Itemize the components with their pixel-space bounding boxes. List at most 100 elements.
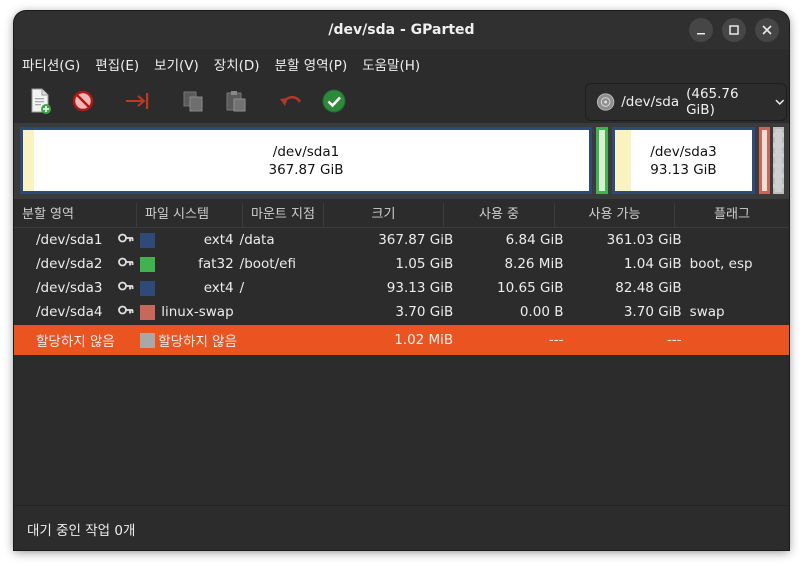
device-selector[interactable]: /dev/sda (465.76 GiB) [585, 83, 787, 121]
minimize-icon [697, 33, 705, 35]
cell-unused: 3.70 GiB [623, 304, 682, 320]
new-partition-icon [31, 88, 51, 114]
menu-partition-ops[interactable]: 분할 영역(P) [275, 54, 348, 74]
cell-used: 8.26 MiB [504, 256, 564, 272]
delete-icon [72, 90, 94, 112]
table-row-unallocated[interactable]: 할당하지 않음 할당하지 않음 1.02 MiB --- --- [14, 325, 789, 355]
cell-flags: swap [689, 304, 725, 320]
key-icon [118, 257, 134, 267]
apply-icon [322, 89, 346, 113]
cell-size: 93.13 GiB [386, 280, 454, 296]
menu-partition[interactable]: 파티션(G) [22, 54, 80, 74]
table-header: 분할 영역 파일 시스템 마운트 지점 크기 사용 중 사용 가능 플래그 [14, 203, 789, 228]
cell-used: --- [548, 332, 564, 348]
partition-block-unallocated[interactable] [773, 127, 784, 194]
copy-button[interactable] [177, 85, 209, 117]
copy-icon [183, 91, 203, 112]
status-text: 대기 중인 작업 0개 [27, 522, 136, 539]
key-icon [118, 305, 134, 315]
device-name: /dev/sda [621, 94, 680, 110]
header-unused[interactable]: 사용 가능 [555, 203, 675, 227]
cell-partition: /dev/sda1 [36, 232, 103, 248]
chevron-down-icon [775, 99, 785, 105]
partition-block-size: 93.13 GiB [650, 162, 717, 178]
table-row[interactable]: /dev/sda2 fat32 /boot/efi 1.05 GiB 8.26 … [14, 252, 789, 276]
key-icon [118, 281, 134, 291]
cell-unused: --- [667, 332, 682, 348]
cell-used: 0.00 B [519, 304, 564, 320]
title-bar[interactable]: /dev/sda - GParted [14, 11, 789, 49]
device-size: (465.76 GiB) [686, 86, 739, 118]
paste-icon [226, 91, 246, 112]
cell-filesystem: ext4 [203, 232, 234, 248]
close-button[interactable] [755, 18, 779, 42]
maximize-icon [729, 25, 739, 35]
cell-flags: boot, esp [689, 256, 753, 272]
delete-button[interactable] [67, 85, 99, 117]
menu-edit[interactable]: 편집(E) [95, 54, 139, 74]
key-icon [118, 233, 134, 243]
table-row[interactable]: /dev/sda3 ext4 / 93.13 GiB 10.65 GiB 82.… [14, 276, 789, 300]
header-partition[interactable]: 분할 영역 [14, 203, 137, 227]
partition-block-sda1[interactable]: /dev/sda1 367.87 GiB [20, 127, 592, 194]
hard-disk-icon [596, 93, 615, 111]
cell-mount: /boot/efi [239, 256, 296, 272]
paste-button[interactable] [220, 85, 252, 117]
partition-map: /dev/sda1 367.87 GiB /dev/sda3 93.13 GiB [14, 123, 789, 199]
cell-size: 367.87 GiB [378, 232, 454, 248]
minimize-button[interactable] [689, 18, 713, 42]
cell-partition: /dev/sda3 [36, 280, 103, 296]
maximize-button[interactable] [722, 18, 746, 42]
header-flags[interactable]: 플래그 [675, 203, 789, 227]
cell-partition: 할당하지 않음 [36, 334, 115, 350]
window-title: /dev/sda - GParted [328, 22, 475, 38]
partition-block-label: /dev/sda1 [272, 144, 340, 160]
partition-block-label: /dev/sda3 [650, 144, 717, 160]
cell-mount: /data [239, 232, 275, 248]
partition-block-sda3[interactable]: /dev/sda3 93.13 GiB [612, 127, 755, 194]
gparted-window: /dev/sda - GParted 파티션(G) 편집(E) 보기(V) 장치… [14, 11, 789, 550]
cell-size: 1.05 GiB [395, 256, 454, 272]
undo-button[interactable] [275, 85, 307, 117]
cell-unused: 1.04 GiB [623, 256, 682, 272]
header-mount[interactable]: 마운트 지점 [243, 203, 324, 227]
menu-view[interactable]: 보기(V) [154, 54, 199, 74]
cell-size: 3.70 GiB [395, 304, 454, 320]
toolbar: /dev/sda (465.76 GiB) [14, 79, 789, 123]
undo-icon [280, 95, 302, 106]
filesystem-color-swatch [140, 280, 156, 296]
filesystem-color-swatch [140, 256, 156, 272]
menu-device[interactable]: 장치(D) [214, 54, 260, 74]
resize-move-button[interactable] [122, 85, 154, 117]
cell-size: 1.02 MiB [394, 332, 454, 348]
cell-used: 10.65 GiB [497, 280, 564, 296]
header-filesystem[interactable]: 파일 시스템 [137, 203, 243, 227]
menu-help[interactable]: 도움말(H) [362, 54, 420, 74]
resize-move-icon [126, 93, 149, 109]
cell-partition: /dev/sda4 [36, 304, 103, 320]
table-row[interactable]: /dev/sda1 ext4 /data 367.87 GiB 6.84 GiB… [14, 228, 789, 252]
cell-mount: / [239, 280, 245, 296]
new-partition-button[interactable] [24, 85, 56, 117]
table-row[interactable]: /dev/sda4 linux-swap 3.70 GiB 0.00 B 3.7… [14, 300, 789, 324]
close-icon [762, 25, 772, 35]
header-size[interactable]: 크기 [324, 203, 444, 227]
header-used[interactable]: 사용 중 [444, 203, 555, 227]
partition-block-sda2[interactable] [596, 127, 608, 194]
cell-filesystem: linux-swap [161, 304, 234, 320]
cell-filesystem: fat32 [198, 256, 234, 272]
cell-unused: 82.48 GiB [615, 280, 682, 296]
filesystem-color-swatch [140, 232, 156, 248]
partition-block-sda4[interactable] [759, 127, 770, 194]
partition-table: 분할 영역 파일 시스템 마운트 지점 크기 사용 중 사용 가능 플래그 /d… [14, 203, 789, 505]
filesystem-color-swatch [140, 304, 156, 320]
apply-button[interactable] [318, 85, 350, 117]
menu-bar: 파티션(G) 편집(E) 보기(V) 장치(D) 분할 영역(P) 도움말(H) [14, 49, 789, 79]
cell-partition: /dev/sda2 [36, 256, 103, 272]
cell-filesystem: 할당하지 않음 [158, 334, 237, 350]
cell-filesystem: ext4 [203, 280, 234, 296]
filesystem-color-swatch [140, 332, 156, 348]
cell-unused: 361.03 GiB [606, 232, 682, 248]
status-bar: 대기 중인 작업 0개 [14, 505, 789, 550]
cell-used: 6.84 GiB [505, 232, 564, 248]
